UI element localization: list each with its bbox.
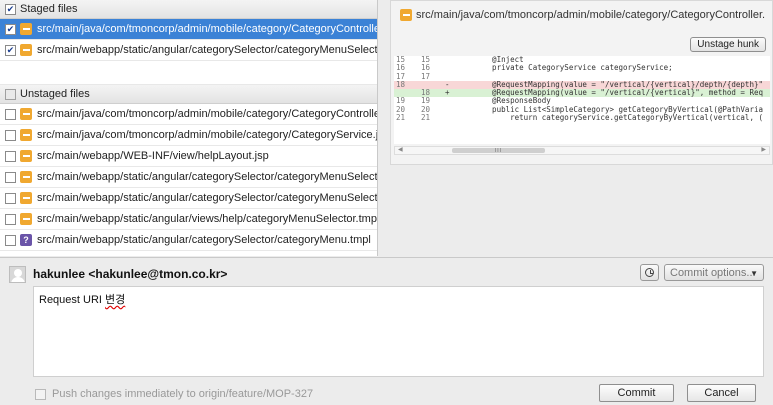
push-checkbox[interactable]	[35, 388, 46, 400]
modified-status-icon	[20, 108, 32, 120]
file-row[interactable]: src/main/webapp/static/angular/categoryS…	[0, 188, 377, 209]
commit-message-korean: 변경	[105, 294, 126, 306]
staged-files-label: Staged files	[20, 3, 78, 15]
file-checkbox[interactable]	[5, 192, 16, 204]
diff-code-view: 15 15 @Inject 16 16 private CategoryService…	[394, 56, 770, 144]
file-checkbox[interactable]: ✔	[5, 23, 16, 35]
file-path: src/main/webapp/static/angular/categoryS…	[37, 234, 371, 246]
modified-status-icon	[20, 23, 32, 35]
file-checkbox[interactable]	[5, 108, 16, 120]
scroll-right-arrow-icon[interactable]: ▶	[761, 147, 766, 154]
file-path: src/main/java/com/tmoncorp/admin/mobile/…	[37, 129, 377, 141]
old-line-number: 18	[396, 79, 406, 89]
file-row[interactable]: src/main/webapp/static/angular/views/hel…	[0, 209, 377, 230]
file-path: src/main/webapp/WEB-INF/view/helpLayout.…	[37, 150, 269, 162]
old-line-number: 21	[396, 113, 406, 123]
diff-marker	[444, 114, 474, 122]
staged-file-list: ✔ src/main/java/com/tmoncorp/admin/mobile…	[0, 19, 377, 61]
file-checkbox[interactable]	[5, 234, 16, 246]
file-checkbox[interactable]	[5, 129, 16, 141]
chevron-down-icon: ▼	[750, 269, 758, 278]
staged-list-spacer	[0, 61, 377, 85]
modified-status-icon	[20, 171, 32, 183]
diff-line: 21 21 return categoryService.getCategoryB…	[394, 113, 770, 123]
new-line-number: 21	[421, 113, 431, 123]
file-row[interactable]: ? src/main/webapp/static/angular/category…	[0, 230, 377, 251]
new-line-number: 17	[421, 71, 431, 81]
untracked-status-icon: ?	[20, 234, 32, 246]
diff-marker	[444, 106, 474, 114]
diff-marker	[444, 64, 474, 72]
file-checkbox[interactable]	[5, 171, 16, 183]
unstaged-all-checkbox[interactable]	[5, 88, 16, 100]
diff-line: 18 + @RequestMapping(value = "/vertical/{…	[394, 88, 770, 98]
commit-message-prefix: Request URI	[39, 294, 106, 306]
cancel-button[interactable]: Cancel	[687, 384, 756, 402]
file-checkbox[interactable]	[5, 150, 16, 162]
file-checkbox[interactable]	[5, 213, 16, 225]
diff-marker: +	[445, 88, 450, 98]
modified-status-icon	[20, 192, 32, 204]
history-button[interactable]	[640, 264, 659, 281]
diff-marker	[444, 97, 474, 105]
push-option[interactable]: Push changes immediately to origin/featu…	[35, 388, 313, 400]
diff-marker	[444, 56, 474, 64]
scrollbar-thumb[interactable]: III	[452, 148, 545, 154]
modified-status-icon	[400, 9, 412, 21]
file-row[interactable]: src/main/webapp/WEB-INF/view/helpLayout.…	[0, 146, 377, 167]
modified-status-icon	[20, 213, 32, 225]
unstage-hunk-button[interactable]: Unstage hunk	[690, 37, 766, 52]
scroll-left-arrow-icon[interactable]: ◀	[398, 147, 403, 154]
commit-panel: hakunlee <hakunlee@tmon.co.kr> Commit op…	[0, 257, 773, 405]
file-row[interactable]: src/main/webapp/static/angular/categoryS…	[0, 167, 377, 188]
file-path: src/main/webapp/static/angular/categoryS…	[37, 171, 377, 183]
commit-options-dropdown[interactable]: Commit options... ▼	[664, 264, 764, 281]
diff-horizontal-scrollbar[interactable]: ◀ III ▶	[394, 146, 770, 155]
file-path: src/main/java/com/tmoncorp/admin/mobile/…	[37, 23, 377, 35]
avatar	[9, 266, 26, 283]
diff-file-path: src/main/java/com/tmoncorp/admin/mobile/…	[416, 9, 766, 21]
file-path: src/main/webapp/static/angular/categoryS…	[37, 44, 377, 56]
file-path: src/main/java/com/tmoncorp/admin/mobile/…	[37, 108, 377, 120]
diff-file-header: src/main/java/com/tmoncorp/admin/mobile/…	[391, 1, 772, 29]
modified-status-icon	[20, 129, 32, 141]
file-checkbox[interactable]: ✔	[5, 44, 16, 56]
file-list-panel: ✔ Staged files ✔ src/main/java/com/tmonco…	[0, 0, 378, 256]
diff-code-text: return categoryService.getCategoryByVert…	[474, 113, 763, 123]
diff-panel: src/main/java/com/tmoncorp/admin/mobile/…	[390, 0, 773, 165]
file-row[interactable]: ✔ src/main/java/com/tmoncorp/admin/mobile…	[0, 19, 377, 40]
commit-button[interactable]: Commit	[599, 384, 674, 402]
commit-options-label: Commit options...	[670, 266, 756, 279]
unstaged-files-label: Unstaged files	[20, 88, 90, 100]
staged-files-header[interactable]: ✔ Staged files	[0, 0, 377, 19]
diff-code-text: private CategoryService categoryService;	[474, 63, 673, 73]
staged-all-checkbox[interactable]: ✔	[5, 3, 16, 15]
unstaged-files-header[interactable]: Unstaged files	[0, 85, 377, 104]
diff-line: 16 16 private CategoryService categorySer…	[394, 63, 770, 73]
file-path: src/main/webapp/static/angular/views/hel…	[37, 213, 377, 225]
file-row[interactable]: ✔ src/main/webapp/static/angular/category…	[0, 40, 377, 61]
commit-author: hakunlee <hakunlee@tmon.co.kr>	[33, 267, 228, 281]
file-path: src/main/webapp/static/angular/categoryS…	[37, 192, 377, 204]
file-row[interactable]: src/main/java/com/tmoncorp/admin/mobile/…	[0, 125, 377, 146]
push-label: Push changes immediately to origin/featu…	[52, 388, 314, 400]
commit-message-input[interactable]: Request URI 변경	[33, 286, 764, 377]
unstaged-file-list: src/main/java/com/tmoncorp/admin/mobile/…	[0, 104, 377, 251]
file-row[interactable]: src/main/java/com/tmoncorp/admin/mobile/…	[0, 104, 377, 125]
modified-status-icon	[20, 150, 32, 162]
clock-icon	[645, 268, 654, 277]
modified-status-icon	[20, 44, 32, 56]
